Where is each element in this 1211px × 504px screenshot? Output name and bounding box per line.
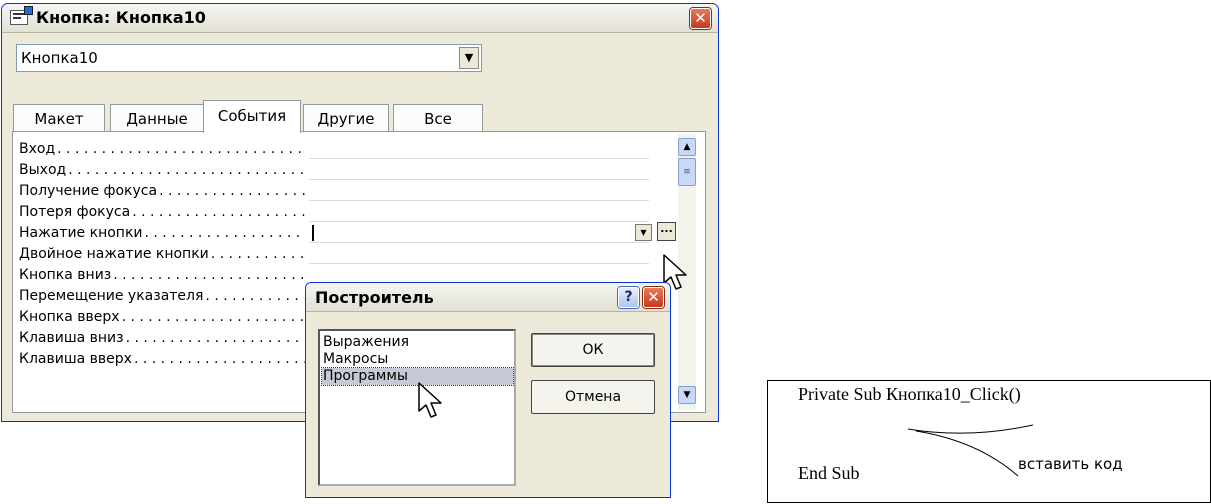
window-title: Кнопка: Кнопка10	[36, 8, 206, 27]
property-value-field[interactable]	[309, 160, 649, 180]
property-row[interactable]: Получение фокуса. . . . . . . . . . . . …	[19, 181, 651, 202]
property-row-on-click[interactable]: Нажатие кнопки. . . . . . . . . . . . . …	[19, 222, 676, 244]
code-line-end: End Sub	[798, 463, 860, 483]
list-item-expressions[interactable]: Выражения	[322, 334, 512, 351]
mouse-pointer-icon	[418, 382, 442, 418]
builder-button[interactable]: ...	[657, 222, 676, 241]
tab-events[interactable]: События	[203, 100, 301, 133]
property-label: Вход. . . . . . . . . . . . . . . . . . …	[19, 141, 305, 157]
code-snippet: Private Sub Кнопка10_Click() End Sub вст…	[767, 380, 1211, 503]
object-select-value: Кнопка10	[21, 49, 98, 67]
property-row[interactable]: Двойное нажатие кнопки. . . . . . . . . …	[19, 244, 651, 265]
tab-other[interactable]: Другие	[303, 104, 389, 132]
property-label: Нажатие кнопки. . . . . . . . . . . . . …	[19, 225, 305, 241]
builder-dialog: Построитель ? ✕ Выражения Макросы Програ…	[305, 282, 671, 498]
tab-data[interactable]: Данные	[110, 104, 204, 132]
dialog-title: Построитель	[315, 288, 434, 307]
property-label: Потеря фокуса. . . . . . . . . . . . . .…	[19, 204, 305, 220]
on-click-value-field[interactable]	[309, 223, 649, 243]
property-value-field[interactable]	[309, 139, 649, 159]
property-label: Перемещение указателя. . . . . . . . . .…	[19, 288, 305, 304]
scroll-down-icon[interactable]: ▼	[678, 386, 696, 404]
property-label: Получение фокуса. . . . . . . . . . . . …	[19, 183, 305, 199]
property-row[interactable]: Выход. . . . . . . . . . . . . . . . . .…	[19, 160, 651, 181]
property-label: Выход. . . . . . . . . . . . . . . . . .…	[19, 162, 305, 178]
property-label: Двойное нажатие кнопки. . . . . . . . . …	[19, 246, 305, 262]
property-row[interactable]: Вход. . . . . . . . . . . . . . . . . . …	[19, 139, 651, 160]
chevron-down-icon[interactable]: ▼	[459, 47, 479, 69]
scroll-up-icon[interactable]: ▲	[678, 138, 696, 156]
property-sheet-icon	[10, 6, 33, 25]
property-row[interactable]: Потеря фокуса. . . . . . . . . . . . . .…	[19, 202, 651, 223]
cancel-button[interactable]: Отмена	[531, 380, 655, 414]
property-value-field[interactable]	[309, 244, 649, 264]
window-titlebar[interactable]: Кнопка: Кнопка10 ✕	[2, 4, 718, 33]
object-select[interactable]: Кнопка10 ▼	[16, 44, 482, 72]
list-item-macros[interactable]: Макросы	[322, 351, 512, 368]
dialog-titlebar[interactable]: Построитель ? ✕	[306, 283, 670, 312]
dialog-close-button[interactable]: ✕	[643, 287, 664, 308]
property-label: Клавиша вверх. . . . . . . . . . . . . .…	[19, 351, 305, 367]
property-value-field[interactable]	[309, 202, 649, 222]
property-label: Кнопка вверх. . . . . . . . . . . . . . …	[19, 309, 305, 325]
code-line-sub: Private Sub Кнопка10_Click()	[798, 384, 1021, 404]
text-caret	[312, 225, 314, 241]
property-label: Клавиша вниз. . . . . . . . . . . . . . …	[19, 330, 305, 346]
property-value-field[interactable]	[309, 181, 649, 201]
help-button[interactable]: ?	[618, 287, 639, 308]
property-label: Кнопка вниз. . . . . . . . . . . . . . .…	[19, 267, 305, 283]
scroll-thumb[interactable]: ≡	[678, 158, 696, 186]
dropdown-arrow-icon[interactable]: ▼	[635, 224, 652, 241]
insert-code-annotation: вставить код	[1018, 455, 1123, 473]
ok-button[interactable]: ОК	[531, 333, 655, 367]
tab-layout[interactable]: Макет	[13, 104, 105, 132]
tab-all[interactable]: Все	[393, 104, 483, 132]
close-button[interactable]: ✕	[690, 8, 711, 29]
